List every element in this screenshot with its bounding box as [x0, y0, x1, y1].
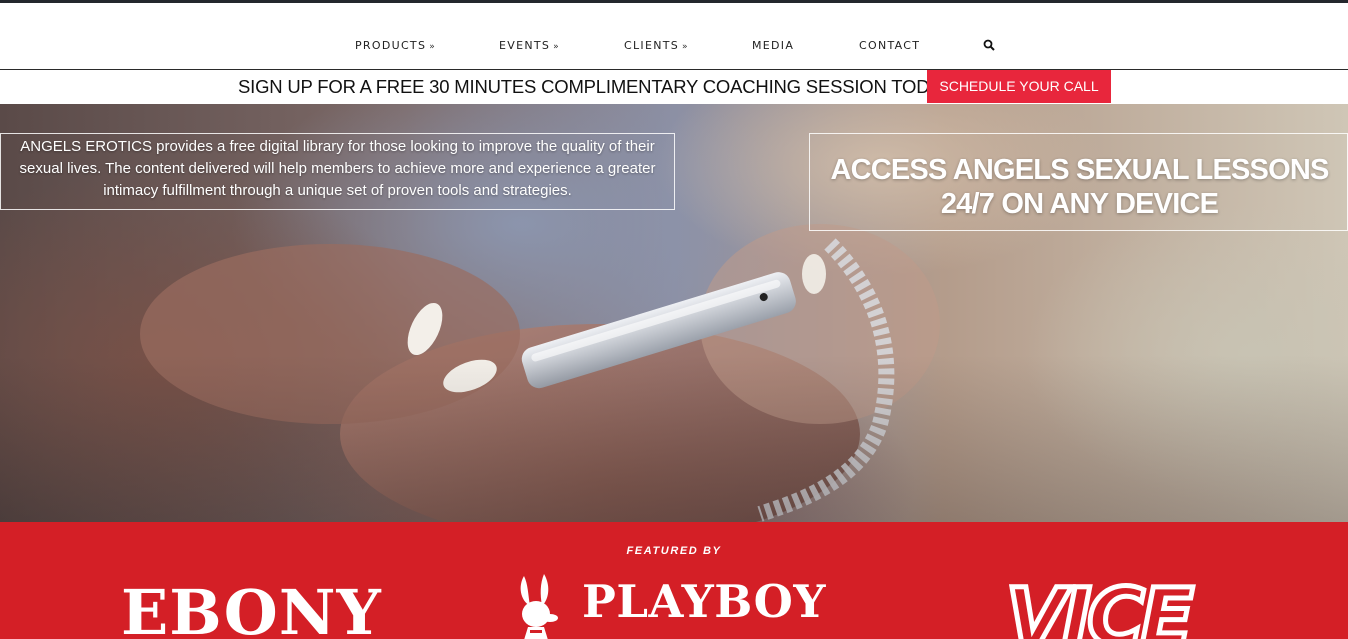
vice-wordmark: VICE — [1006, 578, 1194, 639]
main-navigation: PRODUCTS» EVENTS» CLIENTS» MEDIA CONTACT — [0, 3, 1348, 69]
nav-item-contact[interactable]: CONTACT — [859, 39, 920, 52]
nav-item-clients[interactable]: CLIENTS» — [624, 39, 689, 52]
nav-item-label: CONTACT — [859, 39, 921, 52]
search-icon[interactable] — [983, 39, 995, 51]
ebony-logo: EBONY — [121, 576, 382, 639]
intro-text-box: ANGELS EROTICS provides a free digital l… — [0, 133, 675, 210]
nav-item-label: PRODUCTS — [355, 39, 427, 52]
double-chevron-down-icon: » — [553, 42, 560, 52]
featured-by-section: FEATURED BY EBONY PLAYBOY VICE — [0, 522, 1348, 639]
nav-item-events[interactable]: EVENTS» — [499, 39, 560, 52]
double-chevron-down-icon: » — [682, 42, 689, 52]
nav-item-media[interactable]: MEDIA — [752, 39, 794, 52]
promo-banner: SIGN UP FOR A FREE 30 MINUTES COMPLIMENT… — [0, 70, 1348, 104]
bunny-icon — [520, 574, 558, 639]
headline-line-2: 24/7 ON ANY DEVICE — [940, 188, 1219, 220]
headline-line-1: ACCESS ANGELS SEXUAL LESSONS — [830, 154, 1329, 186]
schedule-call-button[interactable]: SCHEDULE YOUR CALL — [927, 70, 1111, 103]
double-chevron-down-icon: » — [429, 42, 437, 52]
nav-item-label: EVENTS — [499, 39, 551, 52]
nav-item-label: CLIENTS — [624, 39, 680, 52]
featured-label: FEATURED BY — [626, 545, 722, 557]
vice-logo: VICE — [1004, 578, 1201, 639]
hero-section: ANGELS EROTICS provides a free digital l… — [0, 104, 1348, 522]
nav-item-products[interactable]: PRODUCTS» — [355, 39, 436, 52]
playboy-logo: PLAYBOY — [510, 568, 840, 639]
promo-text: SIGN UP FOR A FREE 30 MINUTES COMPLIMENT… — [238, 76, 958, 97]
intro-text: ANGELS EROTICS provides a free digital l… — [19, 138, 656, 199]
playboy-wordmark: PLAYBOY — [582, 575, 826, 628]
nav-item-label: MEDIA — [752, 39, 795, 52]
headline-box: ACCESS ANGELS SEXUAL LESSONS 24/7 ON ANY… — [809, 133, 1348, 231]
